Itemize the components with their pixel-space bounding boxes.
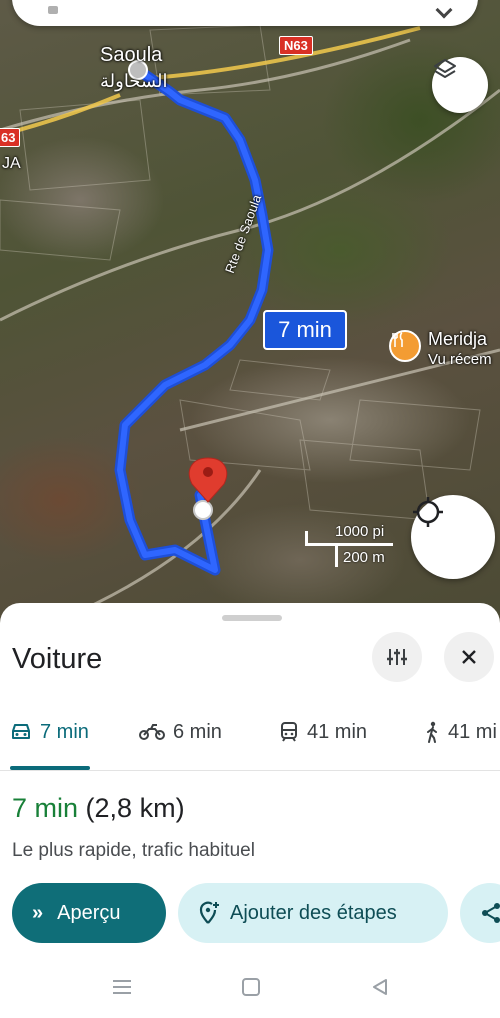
recent-apps-button[interactable] xyxy=(107,972,137,1002)
route-description: Le plus rapide, trafic habituel xyxy=(12,840,255,861)
poi-subtitle: Vu récem xyxy=(428,351,492,368)
place-label: Saoula xyxy=(100,44,163,66)
sheet-title: Voiture xyxy=(12,643,103,675)
layers-icon xyxy=(434,59,456,78)
search-bar-icon xyxy=(48,6,58,14)
close-button[interactable] xyxy=(444,632,494,682)
app-root: N63 63 Saoula السحاولة JA Rte de Saoula … xyxy=(0,0,500,1018)
back-triangle-icon xyxy=(373,979,387,995)
share-button[interactable] xyxy=(460,883,500,943)
mode-transit-label: 41 min xyxy=(307,720,368,743)
destination-pin-icon[interactable] xyxy=(188,457,228,520)
place-label-arabic: السحاولة xyxy=(100,71,168,91)
add-stops-label: Ajouter des étapes xyxy=(230,901,397,924)
restaurant-pin-icon[interactable] xyxy=(389,330,421,362)
mode-car-tab[interactable]: 7 min xyxy=(10,707,89,757)
satellite-map[interactable]: N63 63 Saoula السحاولة JA Rte de Saoula … xyxy=(0,0,500,640)
road-shield-n63: N63 xyxy=(279,36,313,55)
scale-metric: 200 m xyxy=(343,549,385,566)
mode-transit-tab[interactable]: 41 min xyxy=(279,707,367,757)
system-nav-bar xyxy=(0,962,500,1018)
transit-icon xyxy=(281,722,297,742)
route-time-chip[interactable]: 7 min xyxy=(263,310,347,350)
add-location-icon xyxy=(199,901,219,924)
preview-button[interactable]: » Aperçu xyxy=(12,883,166,943)
motorcycle-icon xyxy=(139,724,165,740)
share-icon xyxy=(482,903,500,923)
area-label: JA xyxy=(2,155,21,172)
chevron-down-icon[interactable] xyxy=(435,1,453,19)
preview-button-label: Aperçu xyxy=(57,901,121,924)
home-square-icon xyxy=(242,978,260,996)
route-distance: (2,8 km) xyxy=(85,793,185,823)
back-button[interactable] xyxy=(365,972,395,1002)
my-location-button[interactable] xyxy=(411,495,495,579)
sliders-icon xyxy=(387,649,407,665)
double-chevron-icon: » xyxy=(32,901,44,924)
menu-icon xyxy=(113,980,131,994)
directions-sheet: Voiture 7 min 6 min 41 min 41 mi 7 min (… xyxy=(0,603,500,1018)
travel-modes: 7 min 6 min 41 min 41 mi xyxy=(0,707,500,769)
map-scale: 1000 pi 200 m xyxy=(305,523,405,573)
walk-icon xyxy=(427,721,437,743)
mode-walk-label: 41 mi xyxy=(448,720,497,743)
search-bar[interactable] xyxy=(12,0,478,26)
layers-button[interactable] xyxy=(432,57,488,113)
mode-motorcycle-label: 6 min xyxy=(173,720,222,743)
modes-divider xyxy=(0,770,500,771)
mode-car-label: 7 min xyxy=(40,720,89,743)
car-icon xyxy=(12,724,30,739)
route-time: 7 min xyxy=(12,793,79,823)
add-stops-button[interactable]: Ajouter des étapes xyxy=(178,883,448,943)
mode-motorcycle-tab[interactable]: 6 min xyxy=(139,707,222,757)
home-button[interactable] xyxy=(236,972,266,1002)
close-icon xyxy=(462,650,476,664)
scale-imperial: 1000 pi xyxy=(335,523,385,540)
poi-name[interactable]: Meridja xyxy=(428,329,487,350)
road-shield-63: 63 xyxy=(0,128,21,147)
route-summary: 7 min (2,8 km) xyxy=(12,793,185,824)
route-options-button[interactable] xyxy=(372,632,422,682)
crosshair-icon xyxy=(413,497,443,527)
mode-walk-tab[interactable]: 41 mi xyxy=(424,707,497,757)
sheet-drag-handle[interactable] xyxy=(222,615,282,621)
